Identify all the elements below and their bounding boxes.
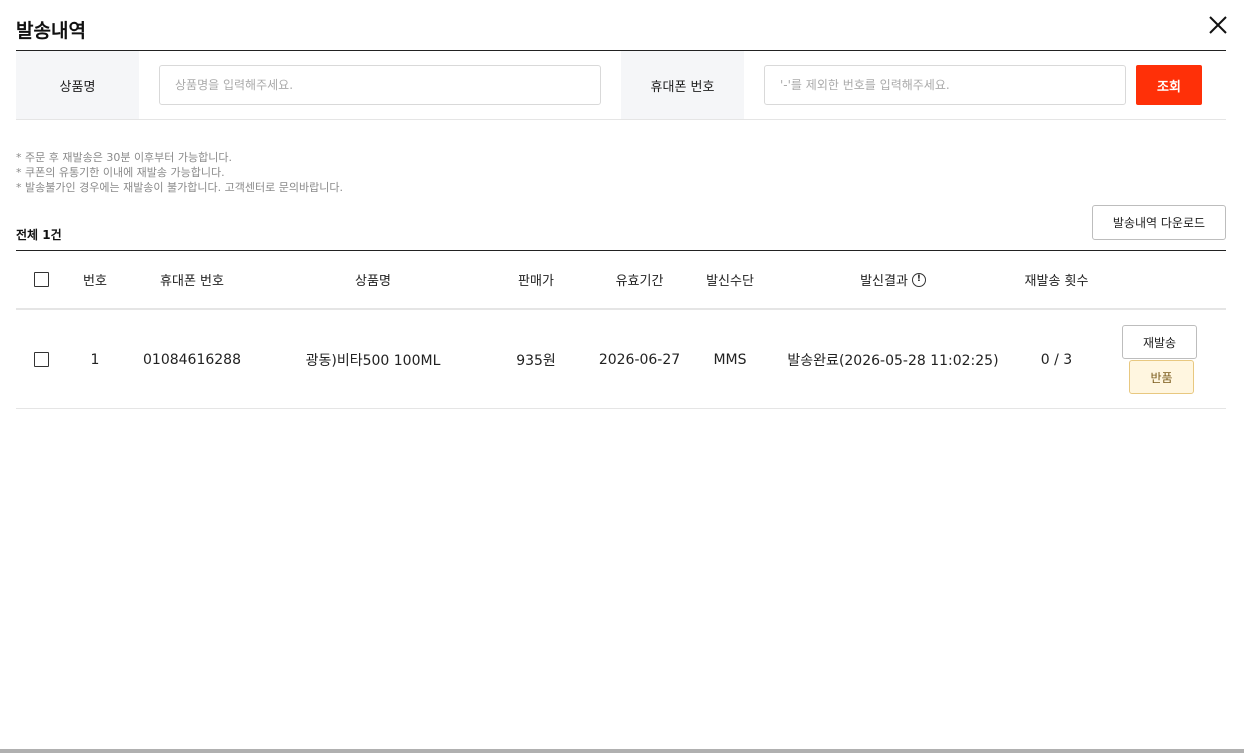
phone-number-input[interactable]: [764, 65, 1126, 105]
table-row: 1 01084616288 광동)비타500 100ML 935원 2026-0…: [16, 311, 1226, 409]
notice-line: * 발송불가인 경우에는 재발송이 불가합니다. 고객센터로 문의바랍니다.: [16, 181, 343, 194]
phone-number-label: 휴대폰 번호: [621, 51, 744, 119]
resend-button[interactable]: 재발송: [1122, 325, 1197, 359]
search-form: 상품명 휴대폰 번호 조회: [16, 51, 1226, 120]
header-result: 발신결과: [860, 274, 908, 289]
row-resend-count: 0 / 3: [1040, 351, 1073, 368]
notice-line: * 쿠폰의 유통기한 이내에 재발송 가능합니다.: [16, 166, 225, 179]
row-product: 광동)비타500 100ML: [305, 352, 441, 369]
header-checkbox-cell: [16, 251, 66, 308]
header-product: 상품명: [355, 274, 391, 289]
bottom-scroll-edge: [0, 749, 1244, 753]
close-icon[interactable]: [1207, 14, 1229, 36]
header-price: 판매가: [518, 274, 554, 289]
header-method: 발신수단: [706, 274, 754, 289]
header-no: 번호: [83, 274, 107, 289]
notice-line: * 주문 후 재발송은 30분 이후부터 가능합니다.: [16, 151, 233, 164]
header-resend-count: 재발송 횟수: [1024, 274, 1089, 289]
dialog-title: 발송내역: [16, 20, 86, 42]
header-phone: 휴대폰 번호: [160, 274, 224, 289]
header-expiry: 유효기간: [615, 274, 664, 289]
row-method: MMS: [713, 351, 747, 368]
row-checkbox[interactable]: [33, 352, 49, 367]
header-result-cell: 발신결과 !: [767, 251, 1019, 308]
search-button[interactable]: 조회: [1136, 65, 1202, 105]
select-all-checkbox[interactable]: [33, 272, 49, 287]
info-icon[interactable]: !: [911, 272, 926, 287]
table-header: 번호 휴대폰 번호 상품명 판매가 유효기간 발신수단 발신결과 ! 재발송 횟…: [16, 251, 1226, 310]
product-name-input[interactable]: [159, 65, 601, 105]
total-count: 전체 1건: [16, 228, 62, 242]
row-checkbox-cell: [16, 311, 66, 408]
return-button[interactable]: 반품: [1129, 360, 1194, 394]
notice-text: * 주문 후 재발송은 30분 이후부터 가능합니다. * 쿠폰의 유통기한 이…: [16, 150, 343, 195]
row-price: 935원: [516, 352, 556, 369]
row-phone: 01084616288: [143, 351, 241, 368]
row-result: 발송완료(2026-05-28 11:02:25): [787, 352, 999, 369]
row-expiry: 2026-06-27: [598, 351, 681, 368]
product-name-label: 상품명: [16, 51, 139, 119]
row-no: 1: [90, 351, 100, 368]
download-history-button[interactable]: 발송내역 다운로드: [1092, 205, 1226, 240]
